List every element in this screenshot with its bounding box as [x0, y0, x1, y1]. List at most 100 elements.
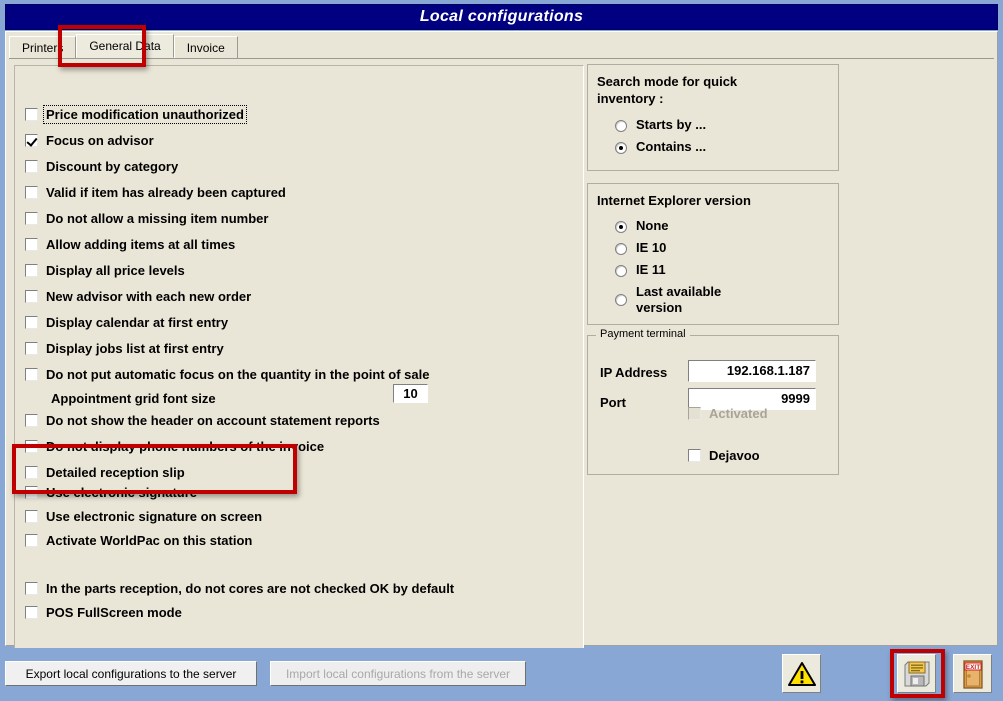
radio-row-ie10[interactable]: IE 10: [615, 240, 756, 255]
tab-general-data[interactable]: General Data: [76, 34, 174, 58]
checkbox-detailed-reception-slip[interactable]: [25, 465, 38, 479]
checkbox-row-display-calendar-first-entry[interactable]: Display calendar at first entry: [25, 313, 228, 331]
checkbox-allow-adding-items[interactable]: [25, 237, 38, 251]
checkbox-no-missing-item-number[interactable]: [25, 211, 38, 225]
checkbox-activate-worldpac[interactable]: [25, 533, 38, 547]
tab-printers[interactable]: Printers: [9, 36, 77, 58]
checkbox-no-phone-numbers-invoice[interactable]: [25, 439, 38, 453]
checkbox-display-jobs-list-first-entry[interactable]: [25, 341, 38, 355]
client-area: Printers General Data Invoice Price modi…: [5, 31, 998, 655]
checkbox-row-no-missing-item-number[interactable]: Do not allow a missing item number: [25, 209, 268, 227]
page-title: Local configurations: [419, 8, 584, 25]
search-mode-title-line2: inventory :: [597, 91, 664, 106]
checkbox-label-activated: Activated: [709, 405, 768, 421]
port-label: Port: [600, 395, 626, 410]
appointment-grid-font-size-label: Appointment grid font size: [51, 390, 216, 406]
checkbox-new-advisor-each-order[interactable]: [25, 289, 38, 303]
checkbox-price-modification-unauthorized[interactable]: [25, 107, 38, 121]
checkbox-no-header-account-statement[interactable]: [25, 413, 38, 427]
export-local-configurations-button[interactable]: Export local configurations to the serve…: [5, 661, 257, 686]
exit-door-icon: EXIT: [962, 659, 983, 689]
checkbox-label-no-missing-item-number: Do not allow a missing item number: [46, 210, 269, 226]
radio-contains[interactable]: [615, 142, 627, 154]
checkbox-row-no-auto-focus-quantity[interactable]: Do not put automatic focus on the quanti…: [25, 365, 430, 383]
radio-label-ie11: IE 11: [636, 262, 666, 277]
ip-address-label: IP Address: [600, 365, 668, 380]
checkbox-row-pos-fullscreen-mode[interactable]: POS FullScreen mode: [25, 603, 182, 621]
import-local-configurations-button[interactable]: Import local configurations from the ser…: [270, 661, 526, 686]
checkbox-row-no-phone-numbers-invoice[interactable]: Do not display phone numbers of the invo…: [25, 437, 324, 455]
checkbox-row-display-all-price-levels[interactable]: Display all price levels: [25, 261, 185, 279]
warning-button[interactable]: [782, 654, 821, 693]
checkbox-display-all-price-levels[interactable]: [25, 263, 38, 277]
radio-row-contains[interactable]: Contains ...: [615, 139, 706, 154]
checkbox-label-no-auto-focus-quantity: Do not put automatic focus on the quanti…: [46, 366, 430, 382]
payment-terminal-fieldset: Payment terminal IP Address 192.168.1.18…: [587, 328, 839, 475]
exit-button[interactable]: EXIT: [953, 654, 992, 693]
tabstrip: Printers General Data Invoice: [9, 34, 994, 59]
checkbox-label-detailed-reception-slip: Detailed reception slip: [46, 464, 185, 480]
radio-row-starts-by[interactable]: Starts by ...: [615, 117, 706, 132]
tab-invoice-label: Invoice: [186, 40, 225, 55]
checkbox-row-use-electronic-signature-on-screen[interactable]: Use electronic signature on screen: [25, 507, 262, 525]
checkbox-label-focus-on-advisor: Focus on advisor: [46, 132, 154, 148]
checkbox-no-auto-focus-quantity[interactable]: [25, 367, 38, 381]
tab-printers-label: Printers: [22, 40, 64, 55]
checkbox-row-activate-worldpac[interactable]: Activate WorldPac on this station: [25, 531, 252, 549]
radio-row-ie11[interactable]: IE 11: [615, 262, 756, 277]
checkbox-row-parts-reception-cores[interactable]: In the parts reception, do not cores are…: [25, 579, 454, 597]
tab-general-data-label: General Data: [89, 39, 161, 53]
search-mode-groupbox: Search mode for quick inventory : Starts…: [587, 64, 839, 171]
radio-row-last-available-version[interactable]: Last available version: [615, 284, 756, 316]
checkbox-valid-if-item-captured[interactable]: [25, 185, 38, 199]
checkbox-row-allow-adding-items[interactable]: Allow adding items at all times: [25, 235, 235, 253]
checkbox-row-dejavoo[interactable]: Dejavoo: [688, 446, 760, 464]
checkbox-label-use-electronic-signature: Use electronic signature: [46, 484, 197, 500]
search-mode-options: Starts by ... Contains ...: [615, 117, 706, 161]
checkbox-label-price-modification-unauthorized: Price modification unauthorized: [43, 104, 247, 124]
warning-triangle-icon: [787, 661, 816, 686]
checkbox-display-calendar-first-entry[interactable]: [25, 315, 38, 329]
search-mode-title-line1: Search mode for quick: [597, 74, 738, 89]
checkbox-label-display-all-price-levels: Display all price levels: [46, 262, 185, 278]
checkbox-row-use-electronic-signature[interactable]: Use electronic signature: [25, 483, 197, 501]
checkbox-parts-reception-cores[interactable]: [25, 581, 38, 595]
checkbox-row-display-jobs-list-first-entry[interactable]: Display jobs list at first entry: [25, 339, 224, 357]
general-options-panel: Price modification unauthorized Focus on…: [14, 65, 584, 655]
appointment-grid-font-size-input[interactable]: 10: [393, 384, 428, 403]
checkbox-label-no-phone-numbers-invoice: Do not display phone numbers of the invo…: [46, 438, 325, 454]
checkbox-row-activated: Activated: [688, 404, 769, 422]
checkbox-use-electronic-signature-on-screen[interactable]: [25, 509, 38, 523]
radio-starts-by[interactable]: [615, 120, 627, 132]
checkbox-label-pos-fullscreen-mode: POS FullScreen mode: [46, 604, 182, 620]
checkbox-row-detailed-reception-slip[interactable]: Detailed reception slip: [25, 463, 185, 481]
checkbox-label-valid-if-item-captured: Valid if item has already been captured: [46, 184, 286, 200]
save-button[interactable]: [897, 654, 936, 693]
checkbox-row-new-advisor-each-order[interactable]: New advisor with each new order: [25, 287, 251, 305]
checkbox-row-valid-if-item-captured[interactable]: Valid if item has already been captured: [25, 183, 286, 201]
checkbox-discount-by-category[interactable]: [25, 159, 38, 173]
radio-label-starts-by: Starts by ...: [636, 117, 707, 132]
radio-row-none[interactable]: None: [615, 218, 756, 233]
tab-invoice[interactable]: Invoice: [173, 36, 238, 58]
window-titlebar: Local configurations: [5, 4, 998, 30]
radio-none[interactable]: [615, 221, 627, 233]
checkbox-row-no-header-account-statement[interactable]: Do not show the header on account statem…: [25, 411, 380, 429]
checkbox-label-allow-adding-items: Allow adding items at all times: [46, 236, 236, 252]
checkbox-row-focus-on-advisor[interactable]: Focus on advisor: [25, 131, 154, 149]
radio-last-available-version[interactable]: [615, 294, 627, 306]
checkbox-focus-on-advisor[interactable]: [25, 133, 38, 147]
radio-ie10[interactable]: [615, 243, 627, 255]
checkbox-pos-fullscreen-mode[interactable]: [25, 605, 38, 619]
checkbox-row-price-modification-unauthorized[interactable]: Price modification unauthorized: [25, 104, 247, 124]
radio-ie11[interactable]: [615, 265, 627, 277]
checkbox-row-discount-by-category[interactable]: Discount by category: [25, 157, 178, 175]
radio-label-contains: Contains ...: [636, 139, 707, 154]
bottom-toolbar: Export local configurations to the serve…: [0, 648, 1003, 701]
checkbox-label-display-jobs-list-first-entry: Display jobs list at first entry: [46, 340, 224, 356]
ie-version-options: None IE 10 IE 11 Last available version: [615, 218, 756, 323]
tabstrip-filler: [238, 57, 994, 58]
checkbox-use-electronic-signature[interactable]: [25, 485, 38, 499]
checkbox-dejavoo[interactable]: [688, 448, 701, 462]
ip-address-input[interactable]: 192.168.1.187: [688, 360, 816, 382]
